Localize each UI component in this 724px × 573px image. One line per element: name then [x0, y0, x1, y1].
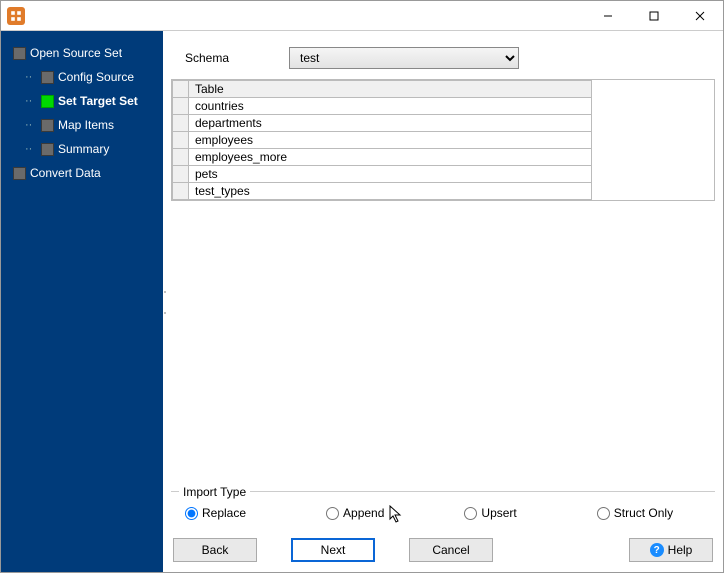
- help-button[interactable]: ? Help: [629, 538, 713, 562]
- table-cell[interactable]: employees: [189, 132, 592, 149]
- grid-corner: [173, 81, 189, 98]
- sidebar-item-config-source[interactable]: ··Config Source: [1, 65, 163, 89]
- back-button[interactable]: Back: [173, 538, 257, 562]
- wizard-sidebar: Open Source Set ··Config Source··Set Targ…: [1, 31, 163, 572]
- next-button[interactable]: Next: [291, 538, 375, 562]
- sidebar-item-label: Open Source Set: [30, 46, 122, 60]
- import-type-radio[interactable]: [326, 507, 339, 520]
- grid-header-table[interactable]: Table: [189, 81, 592, 98]
- schema-label: Schema: [185, 51, 229, 65]
- sidebar-item-open-source-set[interactable]: Open Source Set: [1, 41, 163, 65]
- step-node-icon: [41, 95, 54, 108]
- step-node-icon: [41, 119, 54, 132]
- schema-select[interactable]: test: [289, 47, 519, 69]
- table-row[interactable]: countries: [173, 98, 592, 115]
- app-icon: [7, 7, 25, 25]
- sidebar-item-label: Config Source: [58, 70, 134, 84]
- table-cell[interactable]: countries: [189, 98, 592, 115]
- table-row[interactable]: departments: [173, 115, 592, 132]
- step-node-icon: [41, 143, 54, 156]
- sidebar-item-label: Set Target Set: [58, 94, 138, 108]
- sidebar-item-summary[interactable]: ··Summary: [1, 137, 163, 161]
- sidebar-item-label: Map Items: [58, 118, 114, 132]
- splitter-handle[interactable]: [163, 31, 167, 572]
- import-type-option-struct-only[interactable]: Struct Only: [597, 506, 673, 520]
- sidebar-item-set-target-set[interactable]: ··Set Target Set: [1, 89, 163, 113]
- row-header[interactable]: [173, 166, 189, 183]
- import-type-radio-label: Append: [343, 506, 384, 520]
- sidebar-item-label: Summary: [58, 142, 109, 156]
- close-button[interactable]: [677, 1, 723, 31]
- minimize-button[interactable]: [585, 1, 631, 31]
- import-type-radio-label: Upsert: [481, 506, 516, 520]
- sidebar-item-convert-data[interactable]: Convert Data: [1, 161, 163, 185]
- table-cell[interactable]: test_types: [189, 183, 592, 200]
- table-row[interactable]: employees_more: [173, 149, 592, 166]
- step-node-icon: [13, 47, 26, 60]
- sidebar-item-map-items[interactable]: ··Map Items: [1, 113, 163, 137]
- import-type-option-replace[interactable]: Replace: [185, 506, 246, 520]
- table-row[interactable]: test_types: [173, 183, 592, 200]
- tables-grid[interactable]: Table countriesdepartmentsemployeesemplo…: [171, 79, 715, 201]
- maximize-button[interactable]: [631, 1, 677, 31]
- row-header[interactable]: [173, 115, 189, 132]
- import-type-group: Import Type ReplaceAppendUpsertStruct On…: [171, 491, 715, 530]
- help-icon: ?: [650, 543, 664, 557]
- import-type-radio[interactable]: [597, 507, 610, 520]
- row-header[interactable]: [173, 183, 189, 200]
- table-cell[interactable]: pets: [189, 166, 592, 183]
- table-row[interactable]: pets: [173, 166, 592, 183]
- row-header[interactable]: [173, 98, 189, 115]
- table-row[interactable]: employees: [173, 132, 592, 149]
- sidebar-item-label: Convert Data: [30, 166, 101, 180]
- import-type-legend: Import Type: [179, 485, 250, 499]
- step-node-icon: [41, 71, 54, 84]
- import-type-radio[interactable]: [464, 507, 477, 520]
- row-header[interactable]: [173, 149, 189, 166]
- table-cell[interactable]: employees_more: [189, 149, 592, 166]
- table-cell[interactable]: departments: [189, 115, 592, 132]
- row-header[interactable]: [173, 132, 189, 149]
- step-node-icon: [13, 167, 26, 180]
- import-type-radio[interactable]: [185, 507, 198, 520]
- help-button-label: Help: [668, 543, 693, 557]
- cancel-button[interactable]: Cancel: [409, 538, 493, 562]
- import-type-radio-label: Struct Only: [614, 506, 673, 520]
- window-titlebar: [1, 1, 723, 31]
- wizard-button-row: Back Next Cancel ? Help: [163, 530, 723, 572]
- import-type-option-append[interactable]: Append: [326, 506, 384, 520]
- import-type-option-upsert[interactable]: Upsert: [464, 506, 516, 520]
- import-type-radio-label: Replace: [202, 506, 246, 520]
